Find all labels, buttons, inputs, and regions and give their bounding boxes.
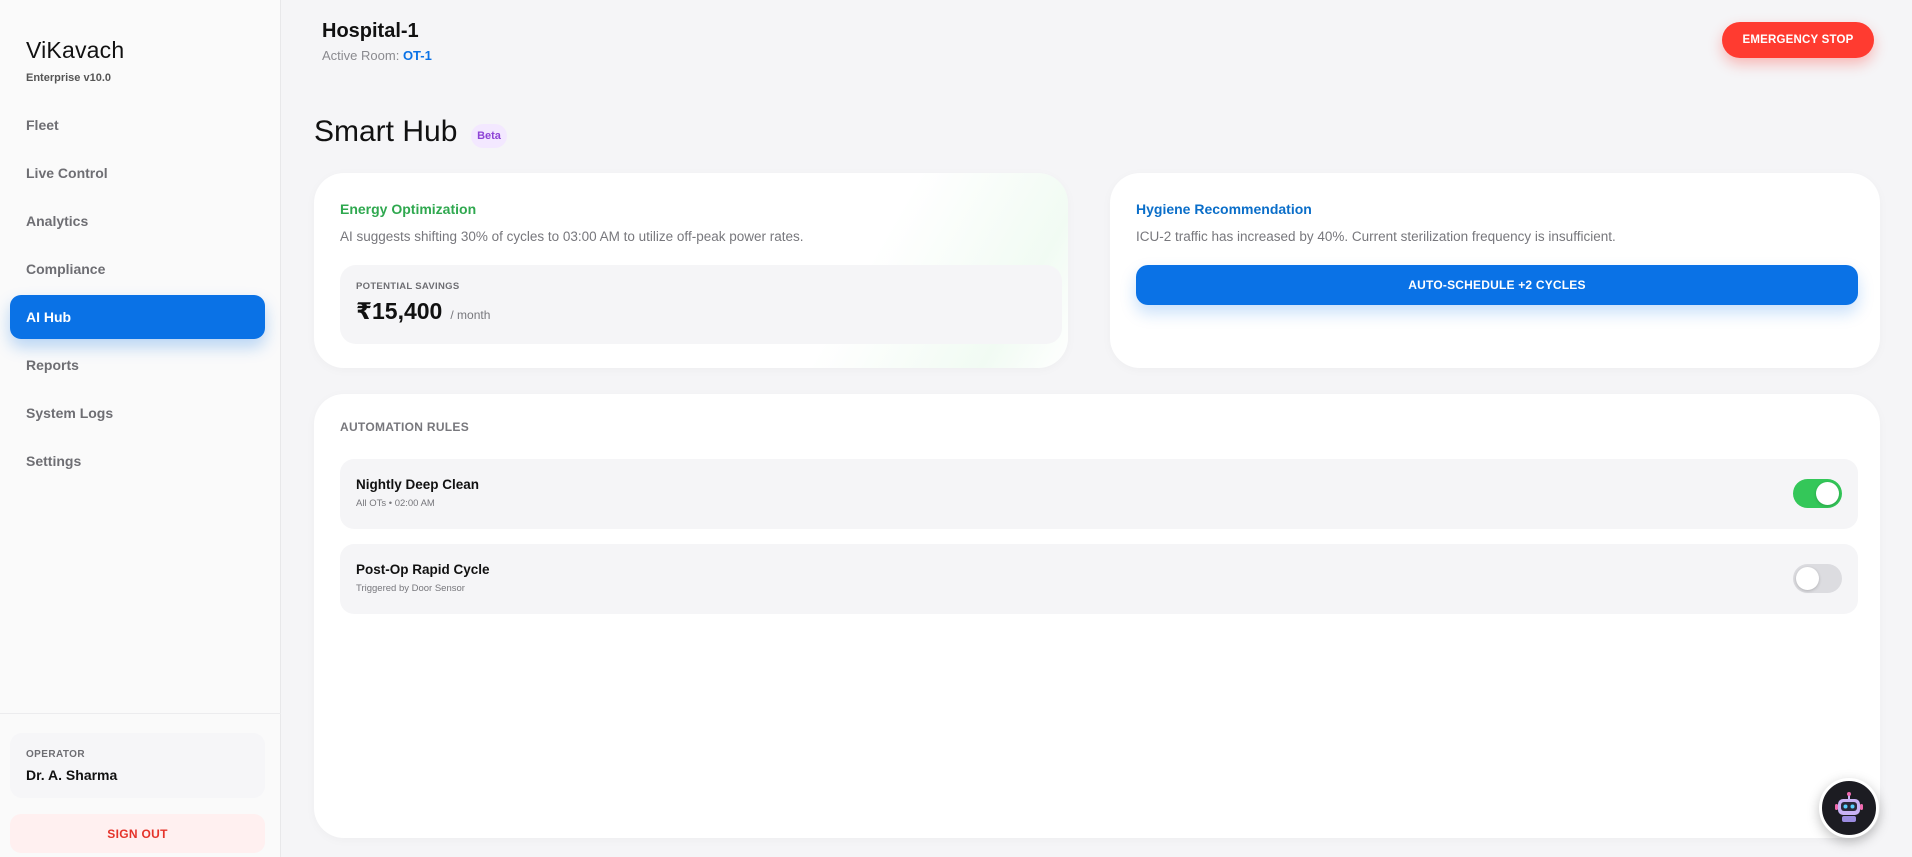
sidebar-item-label: Compliance bbox=[26, 261, 106, 277]
main-content: Hospital-1 Active Room: OT-1 EMERGENCY S… bbox=[281, 0, 1912, 857]
sidebar-item-label: Fleet bbox=[26, 117, 59, 133]
active-room: Active Room: OT-1 bbox=[322, 48, 432, 63]
rule-meta: Triggered by Door Sensor bbox=[356, 583, 465, 594]
auto-schedule-button[interactable]: AUTO-SCHEDULE +2 CYCLES bbox=[1136, 265, 1858, 305]
sidebar-item-label: Analytics bbox=[26, 213, 89, 229]
automation-rules-card: AUTOMATION RULES Nightly Deep Clean All … bbox=[314, 394, 1880, 838]
robot-icon bbox=[1835, 792, 1863, 822]
toggle-knob bbox=[1796, 567, 1819, 590]
ai-assistant-button[interactable] bbox=[1819, 778, 1879, 838]
active-room-label: Active Room: bbox=[322, 48, 400, 63]
brand-version: Enterprise v10.0 bbox=[26, 72, 111, 84]
energy-card-description: AI suggests shifting 30% of cycles to 03… bbox=[340, 229, 804, 244]
sidebar: ViKavach Enterprise v10.0 Fleet Live Con… bbox=[0, 0, 281, 857]
automation-rules-title: AUTOMATION RULES bbox=[340, 420, 470, 434]
rule-row-nightly-deep-clean: Nightly Deep Clean All OTs • 02:00 AM bbox=[340, 459, 1858, 529]
operator-name: Dr. A. Sharma bbox=[26, 767, 118, 783]
brand-name: ViKavach bbox=[26, 37, 125, 63]
sidebar-item-label: Reports bbox=[26, 357, 79, 373]
savings-value-row: ₹15,400 / month bbox=[356, 298, 1046, 325]
rule-name: Post-Op Rapid Cycle bbox=[356, 562, 490, 577]
hygiene-recommendation-card: Hygiene Recommendation ICU-2 traffic has… bbox=[1110, 173, 1880, 368]
emergency-stop-button[interactable]: EMERGENCY STOP bbox=[1722, 22, 1874, 58]
active-room-value: OT-1 bbox=[402, 48, 432, 63]
sidebar-item-label: Settings bbox=[26, 453, 82, 469]
savings-box: POTENTIAL SAVINGS ₹15,400 / month bbox=[340, 265, 1062, 344]
sidebar-item-compliance[interactable]: Compliance bbox=[10, 247, 265, 291]
sidebar-item-label: AI Hub bbox=[26, 309, 72, 325]
page-title: Smart Hub bbox=[314, 115, 458, 148]
rule-toggle-nightly-deep-clean[interactable] bbox=[1793, 479, 1842, 508]
beta-badge: Beta bbox=[471, 124, 507, 148]
sidebar-item-ai-hub[interactable]: AI Hub bbox=[10, 295, 265, 339]
hygiene-card-description: ICU-2 traffic has increased by 40%. Curr… bbox=[1136, 229, 1616, 244]
hospital-name: Hospital-1 bbox=[322, 20, 419, 42]
toggle-knob bbox=[1816, 482, 1839, 505]
hygiene-card-title: Hygiene Recommendation bbox=[1136, 201, 1312, 217]
rule-meta: All OTs • 02:00 AM bbox=[356, 498, 435, 509]
operator-card: OPERATOR Dr. A. Sharma bbox=[10, 733, 265, 798]
energy-card-title: Energy Optimization bbox=[340, 201, 477, 217]
brand: ViKavach Enterprise v10.0 bbox=[26, 37, 124, 84]
sidebar-item-label: System Logs bbox=[26, 405, 114, 421]
sidebar-nav: Fleet Live Control Analytics Compliance … bbox=[10, 103, 265, 487]
operator-label: OPERATOR bbox=[26, 749, 85, 760]
sidebar-item-fleet[interactable]: Fleet bbox=[10, 103, 265, 147]
rule-row-post-op-rapid-cycle: Post-Op Rapid Cycle Triggered by Door Se… bbox=[340, 544, 1858, 614]
savings-label: POTENTIAL SAVINGS bbox=[356, 281, 460, 292]
savings-value: ₹15,400 bbox=[356, 298, 443, 324]
sidebar-divider bbox=[0, 713, 281, 714]
sidebar-item-label: Live Control bbox=[26, 165, 108, 181]
sign-out-button[interactable]: SIGN OUT bbox=[10, 814, 265, 853]
savings-unit: / month bbox=[450, 308, 491, 322]
sidebar-item-live-control[interactable]: Live Control bbox=[10, 151, 265, 195]
sidebar-item-system-logs[interactable]: System Logs bbox=[10, 391, 265, 435]
sidebar-item-settings[interactable]: Settings bbox=[10, 439, 265, 483]
rule-toggle-post-op-rapid-cycle[interactable] bbox=[1793, 564, 1842, 593]
energy-optimization-card: Energy Optimization AI suggests shifting… bbox=[314, 173, 1068, 368]
sidebar-item-reports[interactable]: Reports bbox=[10, 343, 265, 387]
sidebar-item-analytics[interactable]: Analytics bbox=[10, 199, 265, 243]
rule-name: Nightly Deep Clean bbox=[356, 477, 480, 492]
app-root: ViKavach Enterprise v10.0 Fleet Live Con… bbox=[0, 0, 1912, 857]
